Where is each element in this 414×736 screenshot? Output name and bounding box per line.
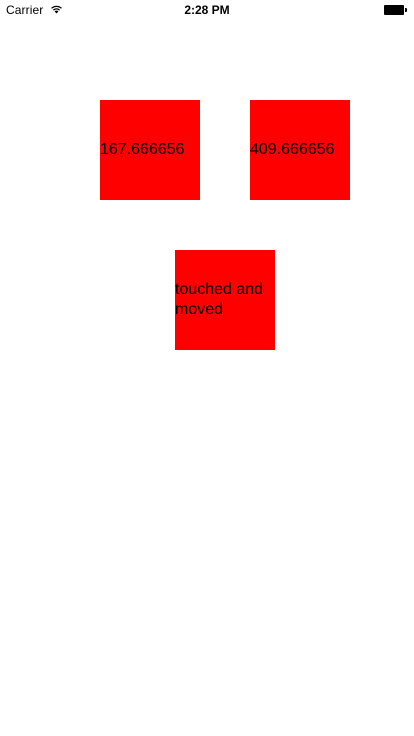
touch-box-left[interactable]: 167.666656 <box>100 100 200 200</box>
touch-box-right-label: 409.666656 <box>250 141 335 158</box>
app-screen: Carrier 2:28 PM 167.666656 409.666656 to… <box>0 0 414 736</box>
touch-box-center[interactable]: touched and moved <box>175 250 275 350</box>
status-bar: Carrier 2:28 PM <box>0 0 414 20</box>
status-time: 2:28 PM <box>184 3 230 17</box>
touch-box-right[interactable]: 409.666656 <box>250 100 350 200</box>
touch-box-left-label: 167.666656 <box>100 141 185 158</box>
battery-icon <box>384 5 407 15</box>
touch-box-center-label: touched and moved <box>175 281 264 318</box>
